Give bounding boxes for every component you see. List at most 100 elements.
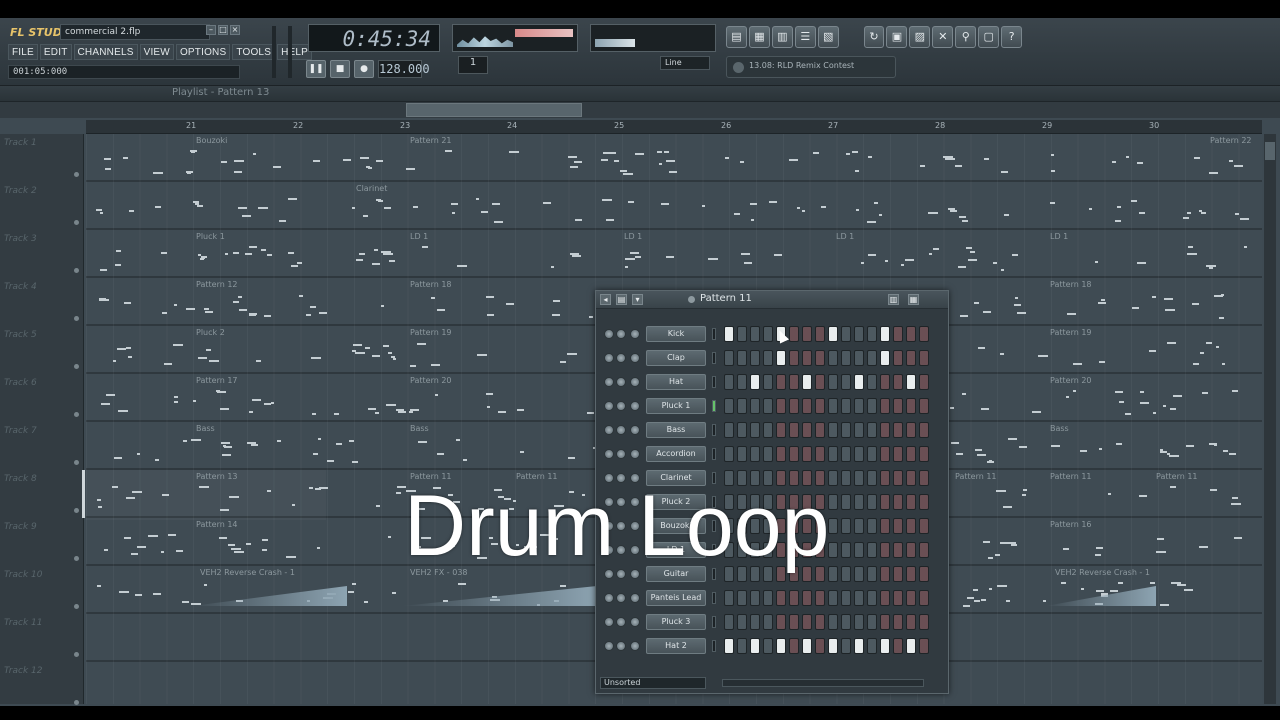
mute-led-icon[interactable] bbox=[604, 617, 614, 627]
step-button[interactable] bbox=[737, 422, 747, 438]
menu-item-edit[interactable]: EDIT bbox=[39, 44, 72, 60]
step-button[interactable] bbox=[828, 350, 838, 366]
step-button[interactable] bbox=[841, 350, 851, 366]
step-button[interactable] bbox=[906, 350, 916, 366]
step-button[interactable] bbox=[893, 422, 903, 438]
step-button[interactable] bbox=[737, 374, 747, 390]
mute-led-icon[interactable] bbox=[604, 641, 614, 651]
track-mute-dot[interactable] bbox=[74, 604, 79, 609]
step-button[interactable] bbox=[763, 350, 773, 366]
step-button[interactable] bbox=[763, 398, 773, 414]
track-mute-dot[interactable] bbox=[74, 172, 79, 177]
step-button[interactable] bbox=[893, 518, 903, 534]
step-button[interactable] bbox=[789, 326, 799, 342]
step-button[interactable] bbox=[919, 326, 929, 342]
step-button[interactable] bbox=[724, 398, 734, 414]
step-button[interactable] bbox=[919, 542, 929, 558]
step-button[interactable] bbox=[880, 422, 890, 438]
step-button[interactable] bbox=[776, 350, 786, 366]
step-button[interactable] bbox=[919, 614, 929, 630]
step-button[interactable] bbox=[789, 422, 799, 438]
volume-knob[interactable] bbox=[630, 449, 640, 459]
menu-item-channels[interactable]: CHANNELS bbox=[73, 44, 138, 60]
step-button[interactable] bbox=[828, 422, 838, 438]
step-button[interactable] bbox=[776, 638, 786, 654]
step-button[interactable] bbox=[724, 590, 734, 606]
step-button[interactable] bbox=[893, 470, 903, 486]
step-button[interactable] bbox=[828, 326, 838, 342]
help-icon[interactable]: ? bbox=[1001, 26, 1023, 48]
step-button[interactable] bbox=[841, 422, 851, 438]
step-button[interactable] bbox=[750, 374, 760, 390]
menu-item-options[interactable]: OPTIONS bbox=[175, 44, 231, 60]
step-button[interactable] bbox=[828, 614, 838, 630]
track-name[interactable]: Track 6 bbox=[4, 378, 37, 388]
channel-select-led[interactable] bbox=[712, 616, 716, 628]
step-button[interactable] bbox=[750, 614, 760, 630]
step-button[interactable] bbox=[828, 638, 838, 654]
step-button[interactable] bbox=[815, 350, 825, 366]
scrollbar-thumb[interactable] bbox=[1265, 142, 1275, 160]
step-button[interactable] bbox=[841, 590, 851, 606]
save-icon[interactable]: ▣ bbox=[886, 26, 908, 48]
step-button[interactable] bbox=[802, 638, 812, 654]
step-button[interactable] bbox=[815, 638, 825, 654]
step-button[interactable] bbox=[880, 614, 890, 630]
record-button[interactable]: ● bbox=[354, 60, 374, 78]
volume-knob[interactable] bbox=[630, 641, 640, 651]
step-button[interactable] bbox=[841, 398, 851, 414]
channel-select-led[interactable] bbox=[712, 400, 716, 412]
step-button[interactable] bbox=[867, 350, 877, 366]
step-button[interactable] bbox=[724, 446, 734, 462]
step-button[interactable] bbox=[906, 638, 916, 654]
track-name[interactable]: Track 12 bbox=[4, 666, 43, 676]
step-button[interactable] bbox=[724, 614, 734, 630]
step-button[interactable] bbox=[789, 446, 799, 462]
track-mute-dot[interactable] bbox=[74, 364, 79, 369]
master-pitch-slider[interactable] bbox=[288, 26, 292, 78]
step-button[interactable] bbox=[815, 398, 825, 414]
pan-knob[interactable] bbox=[616, 377, 626, 387]
step-button[interactable] bbox=[815, 422, 825, 438]
step-button[interactable] bbox=[815, 590, 825, 606]
step-button[interactable] bbox=[919, 422, 929, 438]
pattern-selector-icon[interactable] bbox=[688, 296, 695, 303]
step-button[interactable] bbox=[919, 350, 929, 366]
track-mute-dot[interactable] bbox=[74, 460, 79, 465]
line-mode-selector[interactable]: Line bbox=[660, 56, 710, 70]
pan-knob[interactable] bbox=[616, 353, 626, 363]
search-icon[interactable]: ⚲ bbox=[955, 26, 977, 48]
step-button[interactable] bbox=[841, 374, 851, 390]
step-button[interactable] bbox=[737, 446, 747, 462]
step-button[interactable] bbox=[867, 374, 877, 390]
step-button[interactable] bbox=[919, 638, 929, 654]
track-name[interactable]: Track 2 bbox=[4, 186, 37, 196]
step-button[interactable] bbox=[867, 590, 877, 606]
step-button[interactable] bbox=[893, 374, 903, 390]
pan-knob[interactable] bbox=[616, 593, 626, 603]
step-button[interactable] bbox=[763, 446, 773, 462]
step-button[interactable] bbox=[906, 614, 916, 630]
snap-selector[interactable]: 1 bbox=[458, 56, 488, 74]
step-button[interactable] bbox=[867, 422, 877, 438]
step-button[interactable] bbox=[737, 590, 747, 606]
mute-led-icon[interactable] bbox=[604, 329, 614, 339]
track-mute-dot[interactable] bbox=[74, 700, 79, 705]
step-button[interactable] bbox=[880, 326, 890, 342]
step-button[interactable] bbox=[750, 350, 760, 366]
refresh-icon[interactable]: ↻ bbox=[863, 26, 885, 48]
step-button[interactable] bbox=[906, 326, 916, 342]
step-button[interactable] bbox=[919, 494, 929, 510]
step-button[interactable] bbox=[906, 566, 916, 582]
step-button[interactable] bbox=[737, 350, 747, 366]
playlist-icon[interactable]: ▤ bbox=[726, 26, 747, 48]
track-name[interactable]: Track 8 bbox=[4, 474, 37, 484]
step-button[interactable] bbox=[841, 614, 851, 630]
step-button[interactable] bbox=[802, 350, 812, 366]
channel-button[interactable]: Hat bbox=[646, 374, 706, 390]
step-button[interactable] bbox=[906, 374, 916, 390]
step-button[interactable] bbox=[854, 614, 864, 630]
step-button[interactable] bbox=[802, 398, 812, 414]
step-button[interactable] bbox=[893, 566, 903, 582]
mute-led-icon[interactable] bbox=[604, 425, 614, 435]
